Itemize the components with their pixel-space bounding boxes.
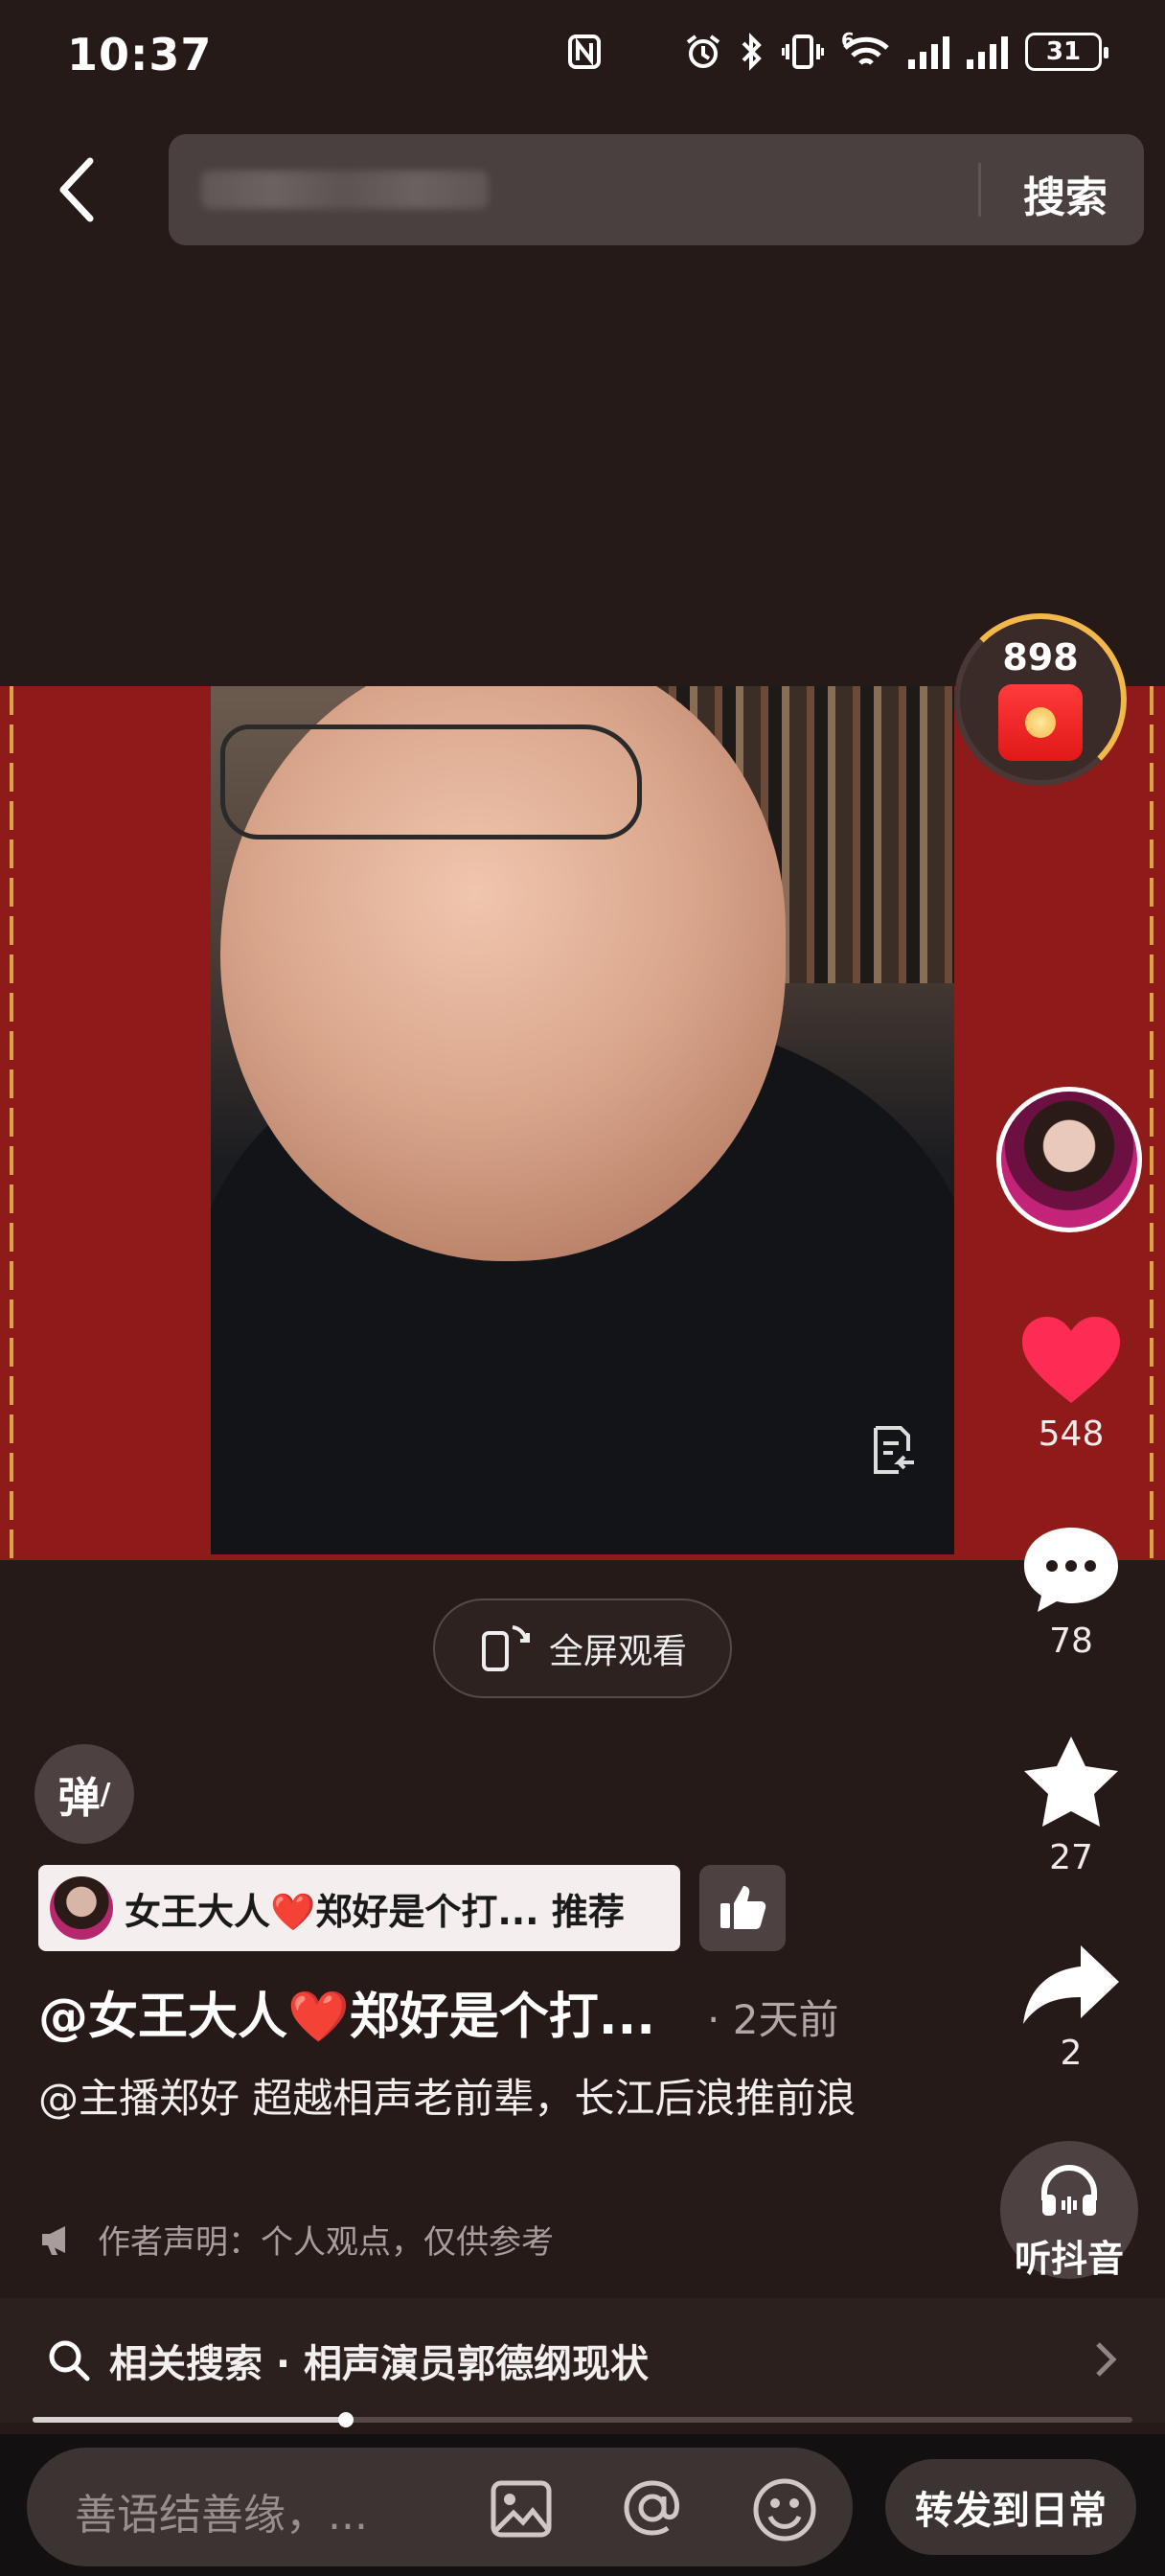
danmaku-label: 弹 — [57, 1774, 101, 1823]
search-divider — [978, 163, 981, 217]
back-button[interactable] — [46, 151, 113, 228]
signal-icon — [967, 34, 1008, 69]
recommender-avatar — [50, 1876, 113, 1940]
red-packet-widget[interactable]: 898 — [954, 613, 1127, 786]
favorite-count: 27 — [1049, 1838, 1093, 1877]
share-button[interactable]: 2 — [1012, 1942, 1131, 2073]
chevron-right-icon — [1096, 2342, 1117, 2377]
video-frame-image[interactable] — [211, 686, 954, 1554]
listen-douyin-label: 听抖音 — [1014, 2238, 1124, 2280]
bluetooth-icon — [742, 33, 762, 71]
author-disclaimer: 作者声明：个人观点，仅供参考 — [38, 2216, 554, 2263]
thumbs-up-icon — [720, 1886, 766, 1929]
video-progress-knob[interactable] — [338, 2412, 354, 2427]
comment-input[interactable]: 善语结善缘，... — [27, 2448, 853, 2566]
post-time: · 2天前 — [707, 1996, 839, 2043]
status-bar: 10:37 6 31 — [0, 0, 1165, 125]
thumbs-up-button[interactable] — [699, 1865, 786, 1951]
search-input[interactable]: 搜索 — [169, 134, 1144, 245]
video-progress-bar[interactable] — [33, 2412, 1132, 2427]
nfc-icon — [568, 34, 601, 69]
megaphone-icon — [42, 2225, 65, 2255]
share-arrow-icon — [1023, 1945, 1119, 2024]
related-search-label: 相关搜索 · 相声演员郭德纲现状 — [109, 2342, 650, 2386]
video-progress-fill — [33, 2417, 347, 2423]
status-time: 10:37 — [67, 29, 213, 80]
danmaku-button[interactable]: 弹 / — [34, 1744, 134, 1844]
comment-placeholder: 善语结善缘，... — [75, 2491, 368, 2540]
like-button[interactable]: 548 — [1012, 1313, 1131, 1454]
headphones-icon — [1041, 2165, 1097, 2216]
network-label: 6 — [841, 29, 855, 52]
recommend-tag[interactable]: 女王大人❤️郑好是个打... 推荐 — [38, 1865, 680, 1951]
share-count: 2 — [1060, 2034, 1083, 2073]
forward-to-daily-button[interactable]: 转发到日常 — [885, 2459, 1136, 2555]
related-search-bar[interactable]: 相关搜索 · 相声演员郭德纲现状 — [0, 2298, 1165, 2423]
star-icon — [1024, 1736, 1118, 1827]
fullscreen-button[interactable]: 全屏观看 — [433, 1598, 732, 1698]
red-envelope-icon — [998, 684, 1083, 761]
signal-icon — [908, 34, 949, 69]
vibrate-icon — [782, 34, 824, 69]
status-icons: 6 31 — [567, 29, 1108, 71]
red-packet-count: 898 — [1002, 636, 1079, 678]
search-icon — [49, 2340, 90, 2381]
disclaimer-text: 作者声明：个人观点，仅供参考 — [98, 2223, 554, 2262]
post-description[interactable]: @主播郑好 超越相声老前辈，长江后浪推前浪 — [38, 2068, 881, 2129]
image-icon[interactable] — [491, 2480, 552, 2538]
comment-count: 78 — [1049, 1622, 1093, 1661]
author-avatar[interactable] — [996, 1087, 1142, 1232]
rotate-phone-icon — [481, 1625, 530, 1671]
glasses — [220, 724, 642, 840]
comment-button[interactable]: 78 — [1012, 1524, 1131, 1661]
author-line: @女王大人❤️郑好是个打... · 2天前 — [38, 1976, 838, 2048]
at-mention-icon[interactable] — [621, 2476, 684, 2540]
heart-icon — [1022, 1317, 1120, 1403]
recommend-tag-text: 女王大人❤️郑好是个打... 推荐 — [125, 1890, 625, 1933]
battery-icon: 31 — [1025, 33, 1108, 71]
search-button[interactable]: 搜索 — [1023, 163, 1108, 224]
emoji-icon[interactable] — [751, 2476, 818, 2543]
favorite-button[interactable]: 27 — [1012, 1733, 1131, 1877]
caption-icon[interactable] — [870, 1424, 918, 1476]
wifi-icon: 6 — [841, 29, 891, 71]
comment-bubble-icon — [1024, 1528, 1118, 1612]
author-name[interactable]: @女王大人❤️郑好是个打... — [38, 1976, 655, 2048]
search-query-blurred — [201, 171, 489, 209]
fullscreen-label: 全屏观看 — [548, 1632, 687, 1671]
alarm-icon — [686, 34, 720, 68]
like-count: 548 — [1038, 1414, 1105, 1454]
